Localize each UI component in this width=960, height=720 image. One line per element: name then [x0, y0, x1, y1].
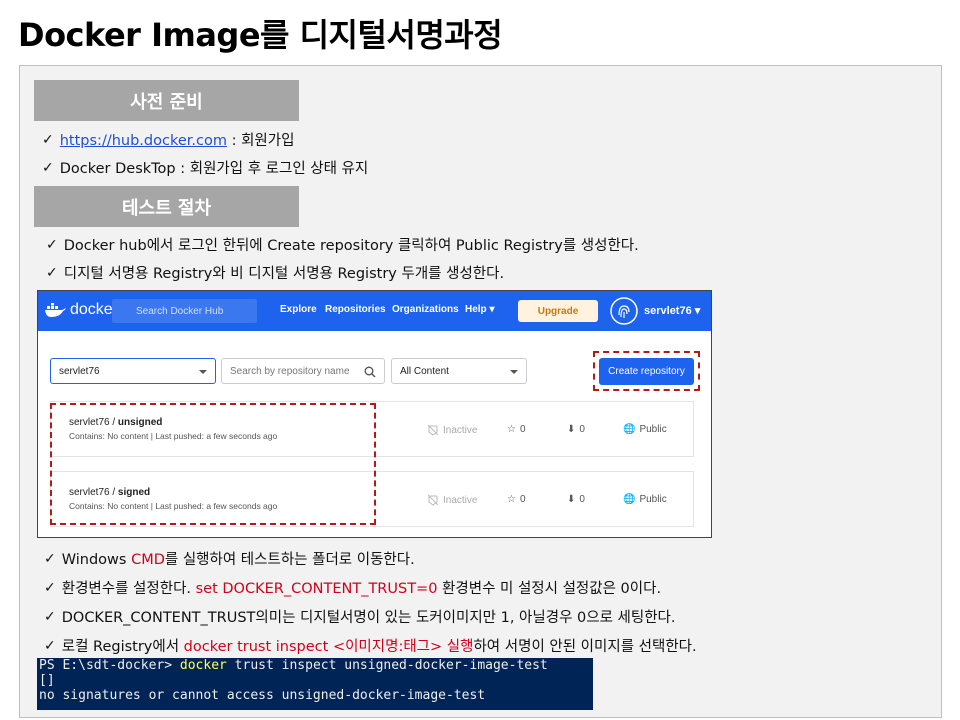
terminal-output-message: no signatures or cannot access unsigned-… — [39, 688, 486, 703]
terminal-prompt: PS E:\sdt-docker> — [39, 658, 180, 673]
user-menu[interactable]: servlet76 ▾ — [644, 304, 700, 317]
docker-whale-icon — [45, 303, 66, 317]
repo-visibility: 🌐 Public — [623, 424, 667, 435]
download-icon: ⬇ — [567, 494, 576, 505]
repo-status: Inactive — [427, 494, 477, 506]
namespace-value: servlet76 — [59, 365, 100, 377]
check-icon: ✓ — [44, 637, 56, 654]
create-button-highlight — [593, 351, 700, 391]
hub-navbar: docker hub Search Docker Hub Explore Rep… — [38, 291, 711, 331]
nav-explore[interactable]: Explore — [280, 304, 317, 315]
prep-item-signup: ✓ https://hub.docker.com : 회원가입 — [42, 129, 294, 150]
repo-stars: ☆ 0 — [507, 424, 526, 435]
docker-hub-link[interactable]: https://hub.docker.com — [60, 133, 227, 149]
inactive-icon — [427, 494, 439, 506]
step-meaning: ✓ DOCKER_CONTENT_TRUST의미는 디지털서명이 있는 도커이미… — [44, 608, 676, 627]
check-icon: ✓ — [42, 159, 54, 176]
repo-search-input[interactable]: Search by repository name — [221, 358, 385, 384]
check-icon: ✓ — [44, 579, 56, 596]
repo-list-highlight — [50, 403, 376, 525]
content-filter-select[interactable]: All Content — [391, 358, 527, 384]
nav-repositories[interactable]: Repositories — [325, 304, 386, 315]
username: servlet76 — [644, 305, 692, 317]
prep-item-desktop-text: Docker DeskTop : 회원가입 후 로그인 상태 유지 — [59, 161, 369, 177]
globe-icon: 🌐 — [623, 424, 636, 435]
check-icon: ✓ — [46, 264, 58, 281]
test-item-2-text: 디지털 서명용 Registry와 비 디지털 서명용 Registry 두개를… — [63, 266, 505, 282]
section-header-prep: 사전 준비 — [34, 80, 299, 121]
test-item-1: ✓ Docker hub에서 로그인 한뒤에 Create repository… — [46, 234, 639, 255]
docker-hub-screenshot: docker hub Search Docker Hub Explore Rep… — [37, 290, 712, 538]
check-icon: ✓ — [44, 608, 56, 625]
repo-search-placeholder: Search by repository name — [230, 365, 350, 377]
repo-status: Inactive — [427, 424, 477, 436]
nav-help-label: Help — [465, 304, 487, 315]
step-cmd: ✓ Windows CMD를 실행하여 테스트하는 폴더로 이동한다. — [44, 550, 415, 569]
globe-icon: 🌐 — [623, 494, 636, 505]
fingerprint-avatar-icon[interactable] — [610, 297, 638, 325]
test-item-1-text: Docker hub에서 로그인 한뒤에 Create repository 클… — [63, 238, 639, 254]
star-icon: ☆ — [507, 424, 516, 435]
repo-pulls: ⬇ 0 — [567, 494, 585, 505]
hub-search-input[interactable]: Search Docker Hub — [112, 299, 257, 323]
nav-help[interactable]: Help ▾ — [465, 304, 494, 315]
star-icon: ☆ — [507, 494, 516, 505]
terminal-command-args: trust inspect unsigned-docker-image-test — [226, 658, 548, 673]
powershell-terminal: PS E:\sdt-docker> docker trust inspect u… — [37, 658, 593, 710]
repo-stars: ☆ 0 — [507, 494, 526, 505]
content-panel: 사전 준비 ✓ https://hub.docker.com : 회원가입 ✓ … — [19, 65, 942, 718]
chevron-down-icon: ▾ — [694, 305, 701, 317]
page-title: Docker Image를 디지털서명과정 — [18, 16, 503, 54]
test-item-2: ✓ 디지털 서명용 Registry와 비 디지털 서명용 Registry 두… — [46, 262, 504, 283]
check-icon: ✓ — [42, 131, 54, 148]
repo-pulls: ⬇ 0 — [567, 424, 585, 435]
section-header-test: 테스트 절차 — [34, 186, 299, 227]
check-icon: ✓ — [44, 550, 56, 567]
prep-item-desktop: ✓ Docker DeskTop : 회원가입 후 로그인 상태 유지 — [42, 157, 368, 178]
download-icon: ⬇ — [567, 424, 576, 435]
terminal-command-keyword: docker — [179, 658, 227, 673]
repo-visibility: 🌐 Public — [623, 494, 667, 505]
upgrade-button[interactable]: Upgrade — [518, 300, 598, 322]
hub-search-placeholder: Search Docker Hub — [136, 305, 224, 317]
step-env: ✓ 환경변수를 설정한다. set DOCKER_CONTENT_TRUST=0… — [44, 579, 662, 598]
chevron-down-icon: ▾ — [489, 304, 495, 315]
terminal-output-empty: [] — [39, 673, 55, 688]
check-icon: ✓ — [46, 236, 58, 253]
caret-down-icon — [510, 370, 518, 374]
step-inspect: ✓ 로컬 Registry에서 docker trust inspect <이미… — [44, 637, 697, 656]
namespace-select[interactable]: servlet76 — [50, 358, 216, 384]
search-icon — [364, 366, 376, 378]
caret-down-icon — [199, 370, 207, 374]
nav-organizations[interactable]: Organizations — [392, 304, 459, 315]
prep-item-signup-text: : 회원가입 — [226, 133, 295, 149]
content-filter-value: All Content — [400, 365, 449, 377]
inactive-icon — [427, 424, 439, 436]
